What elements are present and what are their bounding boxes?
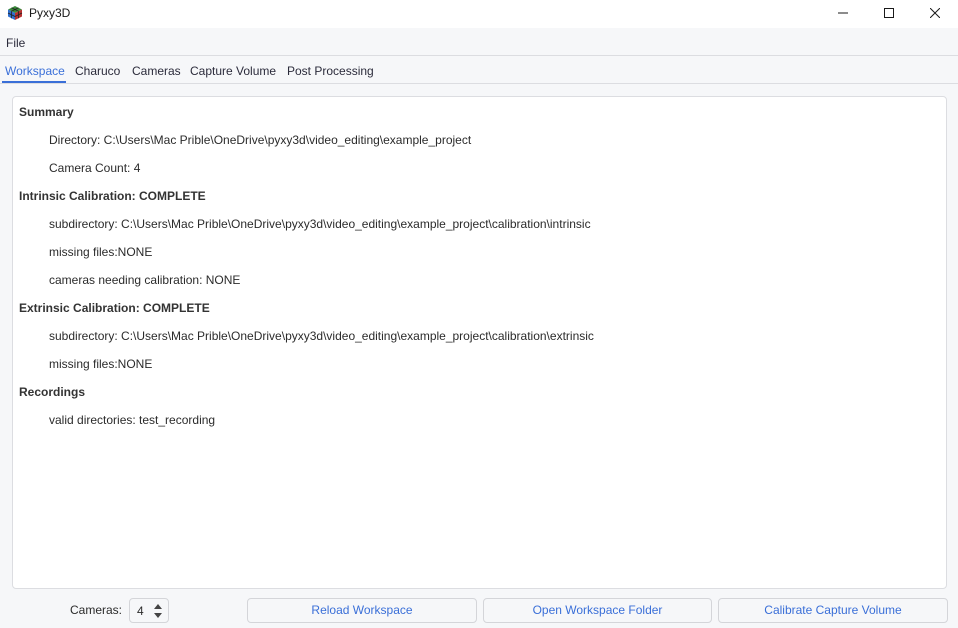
tab-charuco[interactable]: Charuco	[75, 64, 120, 78]
close-icon	[930, 8, 940, 18]
extrinsic-missing-files-text: missing files:NONE	[49, 357, 153, 371]
menu-bar: File	[0, 28, 958, 56]
menu-file[interactable]: File	[6, 36, 25, 50]
workspace-summary-panel: Summary Directory: C:\Users\Mac Prible\O…	[12, 96, 947, 589]
intrinsic-missing-files-text: missing files:NONE	[49, 245, 153, 259]
tab-post-processing[interactable]: Post Processing	[287, 64, 374, 78]
cameras-needing-calibration-text: cameras needing calibration: NONE	[49, 273, 241, 287]
close-button[interactable]	[912, 0, 958, 26]
extrinsic-calibration-heading: Extrinsic Calibration: COMPLETE	[19, 301, 210, 315]
maximize-button[interactable]	[866, 0, 912, 26]
cameras-label: Cameras:	[70, 603, 123, 617]
extrinsic-subdirectory-text: subdirectory: C:\Users\Mac Prible\OneDri…	[49, 329, 594, 343]
bottom-toolbar: Cameras: 4 Reload Workspace Open Workspa…	[0, 592, 958, 628]
cube-logo-icon	[7, 6, 23, 20]
tab-cameras[interactable]: Cameras	[132, 64, 181, 78]
valid-directories-text: valid directories: test_recording	[49, 413, 216, 427]
window-title: Pyxy3D	[29, 6, 71, 20]
intrinsic-subdirectory-text: subdirectory: C:\Users\Mac Prible\OneDri…	[49, 217, 591, 231]
spin-up-down-icon[interactable]	[153, 603, 163, 619]
calibrate-capture-volume-button[interactable]: Calibrate Capture Volume	[718, 598, 948, 623]
maximize-icon	[884, 8, 894, 18]
title-bar: Pyxy3D	[0, 0, 958, 28]
minimize-button[interactable]	[820, 0, 866, 26]
open-workspace-folder-button[interactable]: Open Workspace Folder	[483, 598, 712, 623]
summary-heading: Summary	[19, 105, 74, 119]
tab-capture-volume[interactable]: Capture Volume	[190, 64, 276, 78]
camera-count-text: Camera Count: 4	[49, 161, 141, 175]
cameras-spinbox[interactable]: 4	[129, 598, 169, 623]
active-tab-indicator	[2, 81, 66, 83]
tab-workspace[interactable]: Workspace	[5, 64, 65, 78]
tab-bar: Workspace Charuco Cameras Capture Volume…	[0, 57, 958, 84]
intrinsic-calibration-heading: Intrinsic Calibration: COMPLETE	[19, 189, 206, 203]
reload-workspace-button[interactable]: Reload Workspace	[247, 598, 477, 623]
recordings-heading: Recordings	[19, 385, 86, 399]
minimize-icon	[838, 12, 848, 14]
cameras-spinbox-value[interactable]: 4	[137, 604, 144, 618]
directory-text: Directory: C:\Users\Mac Prible\OneDrive\…	[49, 133, 472, 147]
